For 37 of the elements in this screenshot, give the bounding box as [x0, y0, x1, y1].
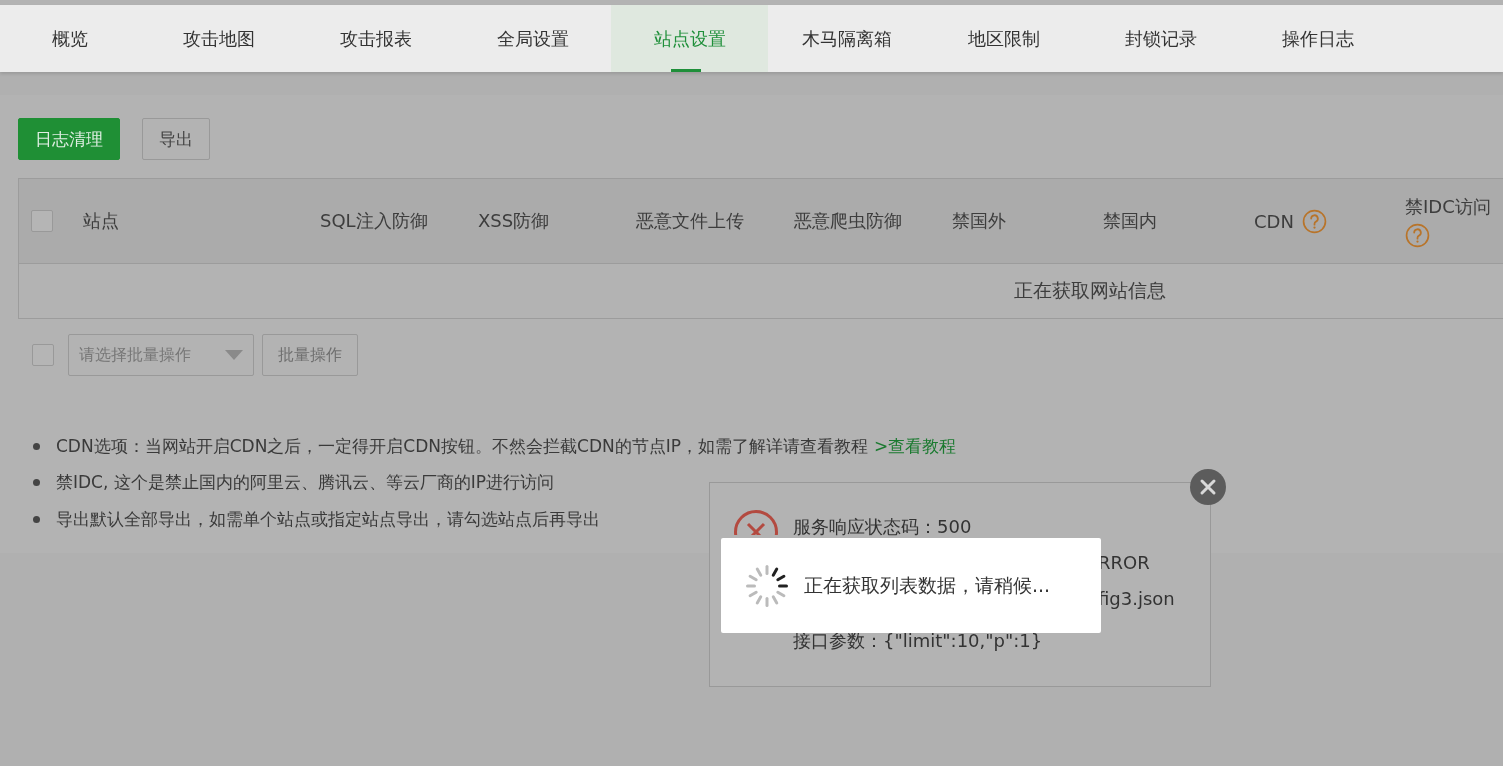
tab[interactable]: 概览: [0, 5, 140, 72]
help-icon[interactable]: [1405, 222, 1430, 248]
tab[interactable]: 全局设置: [454, 5, 611, 72]
close-button[interactable]: [1190, 469, 1226, 505]
note-text: 禁IDC, 这个是禁止国内的阿里云、腾讯云、等云厂商的IP进行访问: [56, 471, 555, 495]
bullet-icon: [33, 515, 40, 523]
tab[interactable]: 攻击地图: [140, 5, 297, 72]
column-header: XSS防御: [478, 209, 550, 233]
bullet-icon: [33, 442, 40, 450]
tab[interactable]: 封锁记录: [1082, 5, 1239, 72]
help-icon[interactable]: [1301, 208, 1327, 234]
error-icon: [733, 509, 779, 535]
column-header: SQL注入防御: [320, 209, 428, 233]
tab[interactable]: 攻击报表: [297, 5, 454, 72]
column-header: 禁IDC访问: [1405, 194, 1491, 219]
tab[interactable]: 地区限制: [925, 5, 1082, 72]
tab[interactable]: 操作日志: [1239, 5, 1396, 72]
note-text: CDN选项：当网站开启CDN之后，一定得开启CDN按钮。不然会拦截CDN的节点IP，如需了解详请查看教程 >查看教程: [56, 434, 957, 458]
export-button[interactable]: 导出: [142, 118, 210, 160]
error-text: fig3.json: [1098, 587, 1175, 611]
checkbox[interactable]: [31, 210, 53, 232]
column-header: 恶意文件上传: [636, 209, 744, 233]
error-text: 接口参数：{"limit":10,"p":1}: [793, 629, 1044, 653]
column-header: 恶意爬虫防御: [794, 209, 902, 233]
error-text: 服务响应状态码：500: [793, 515, 973, 539]
column-header: 站点: [83, 209, 119, 233]
loading-message: 正在获取列表数据，请稍候...: [804, 572, 1051, 598]
note-text: 导出默认全部导出，如需单个站点或指定站点导出，请勾选站点后再导出: [56, 507, 600, 531]
clear-logs-button[interactable]: 日志清理: [18, 118, 120, 160]
loading-message: 正在获取网站信息: [1014, 278, 1166, 303]
bullet-icon: [33, 479, 40, 487]
checkbox[interactable]: [32, 344, 54, 366]
caret-icon: [225, 350, 243, 360]
column-header: 禁国内: [1103, 209, 1157, 233]
column-header: 禁国外: [952, 209, 1006, 233]
tab[interactable]: 木马隔离箱: [768, 5, 925, 72]
column-header: CDN: [1254, 210, 1294, 232]
